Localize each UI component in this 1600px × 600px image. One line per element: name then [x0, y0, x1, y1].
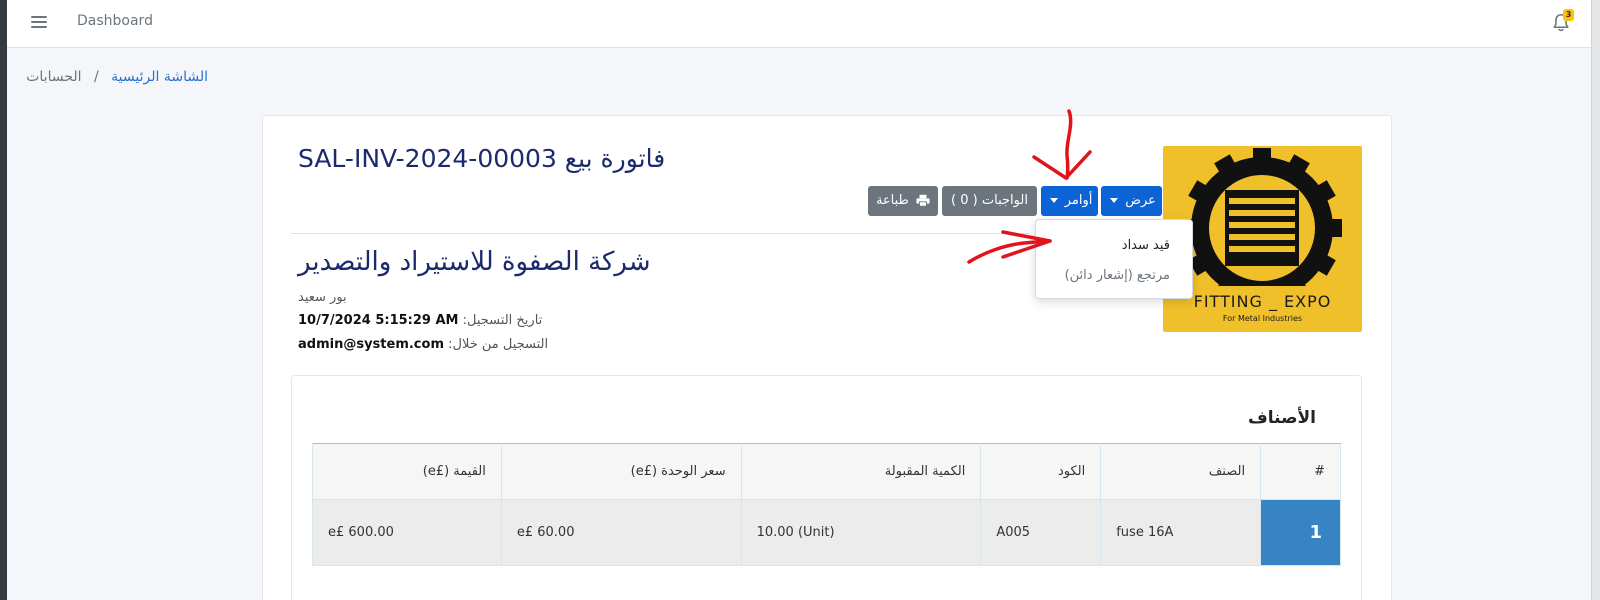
table-header-row: # الصنف الكود الكمية المقبولة سعر الوحدة…	[312, 443, 1341, 500]
registered-by-label: التسجيل من خلال:	[448, 337, 549, 352]
menu-item-credit-note[interactable]: مرتجع (إشعار دائن)	[1036, 261, 1192, 291]
orders-dropdown-menu: قيد سداد مرتجع (إشعار دائن)	[1035, 219, 1193, 299]
registered-by: التسجيل من خلال: admin@system.com	[298, 337, 548, 352]
company-city: بور سعيد	[298, 290, 347, 305]
tasks-button[interactable]: الواجبات ( 0 )	[942, 186, 1037, 216]
column-header: سعر الوحدة (£e)	[500, 443, 742, 500]
registration-date-value: 10/7/2024 5:15:29 AM	[298, 313, 459, 328]
printer-icon	[916, 194, 930, 207]
item-name-cell: fuse 16A	[1100, 499, 1262, 566]
row-number: 1	[1260, 499, 1341, 566]
registration-date: تاريخ التسجيل: 10/7/2024 5:15:29 AM	[298, 313, 542, 328]
logo-tagline: For Metal Industries	[1222, 314, 1303, 323]
column-header: الصنف	[1100, 443, 1262, 500]
registered-by-value: admin@system.com	[298, 337, 444, 352]
caret-down-icon	[1110, 198, 1119, 203]
breadcrumb-separator: /	[94, 69, 99, 85]
top-navbar: Dashboard	[7, 0, 1591, 48]
app-sidebar-edge	[0, 0, 7, 600]
dashboard-link[interactable]: Dashboard	[77, 13, 153, 29]
print-button[interactable]: طباعة	[868, 186, 938, 216]
orders-dropdown-button[interactable]: أوامر	[1041, 186, 1098, 216]
header-divider	[291, 233, 1029, 234]
items-table: # الصنف الكود الكمية المقبولة سعر الوحدة…	[312, 443, 1341, 566]
item-code-cell: A005	[980, 499, 1102, 566]
print-button-label: طباعة	[875, 193, 909, 208]
breadcrumb: الشاشة الرئيسية / الحسابات	[26, 69, 208, 85]
breadcrumb-home-link[interactable]: الشاشة الرئيسية	[111, 69, 208, 85]
column-header: الكود	[980, 443, 1102, 500]
items-section-title: الأصناف	[1248, 408, 1316, 428]
caret-down-icon	[1049, 198, 1058, 203]
show-button-label: عرض	[1125, 193, 1156, 208]
registration-date-label: تاريخ التسجيل:	[462, 313, 543, 328]
orders-button-label: أوامر	[1064, 193, 1093, 208]
notification-badge: 3	[1563, 9, 1574, 21]
column-header: الكمية المقبولة	[740, 443, 982, 500]
column-header: #	[1260, 443, 1341, 500]
unit-price-cell: e£ 60.00	[500, 499, 742, 566]
menu-item-payment-entry[interactable]: قيد سداد	[1036, 231, 1192, 261]
value-cell: e£ 600.00	[312, 499, 502, 566]
breadcrumb-current: الحسابات	[26, 69, 82, 85]
scrollbar-track[interactable]	[1591, 0, 1600, 600]
table-row: 1 fuse 16A A005 10.00 (Unit) e£ 60.00 e£…	[312, 499, 1341, 566]
show-dropdown-button[interactable]: عرض	[1101, 186, 1162, 216]
hamburger-icon[interactable]	[31, 13, 47, 33]
column-header: القيمة (£e)	[312, 443, 502, 500]
company-name: شركة الصفوة للاستيراد والتصدير	[298, 247, 651, 277]
quantity-cell: 10.00 (Unit)	[740, 499, 982, 566]
invoice-title: فاتورة بيع SAL-INV-2024-00003	[298, 144, 666, 173]
